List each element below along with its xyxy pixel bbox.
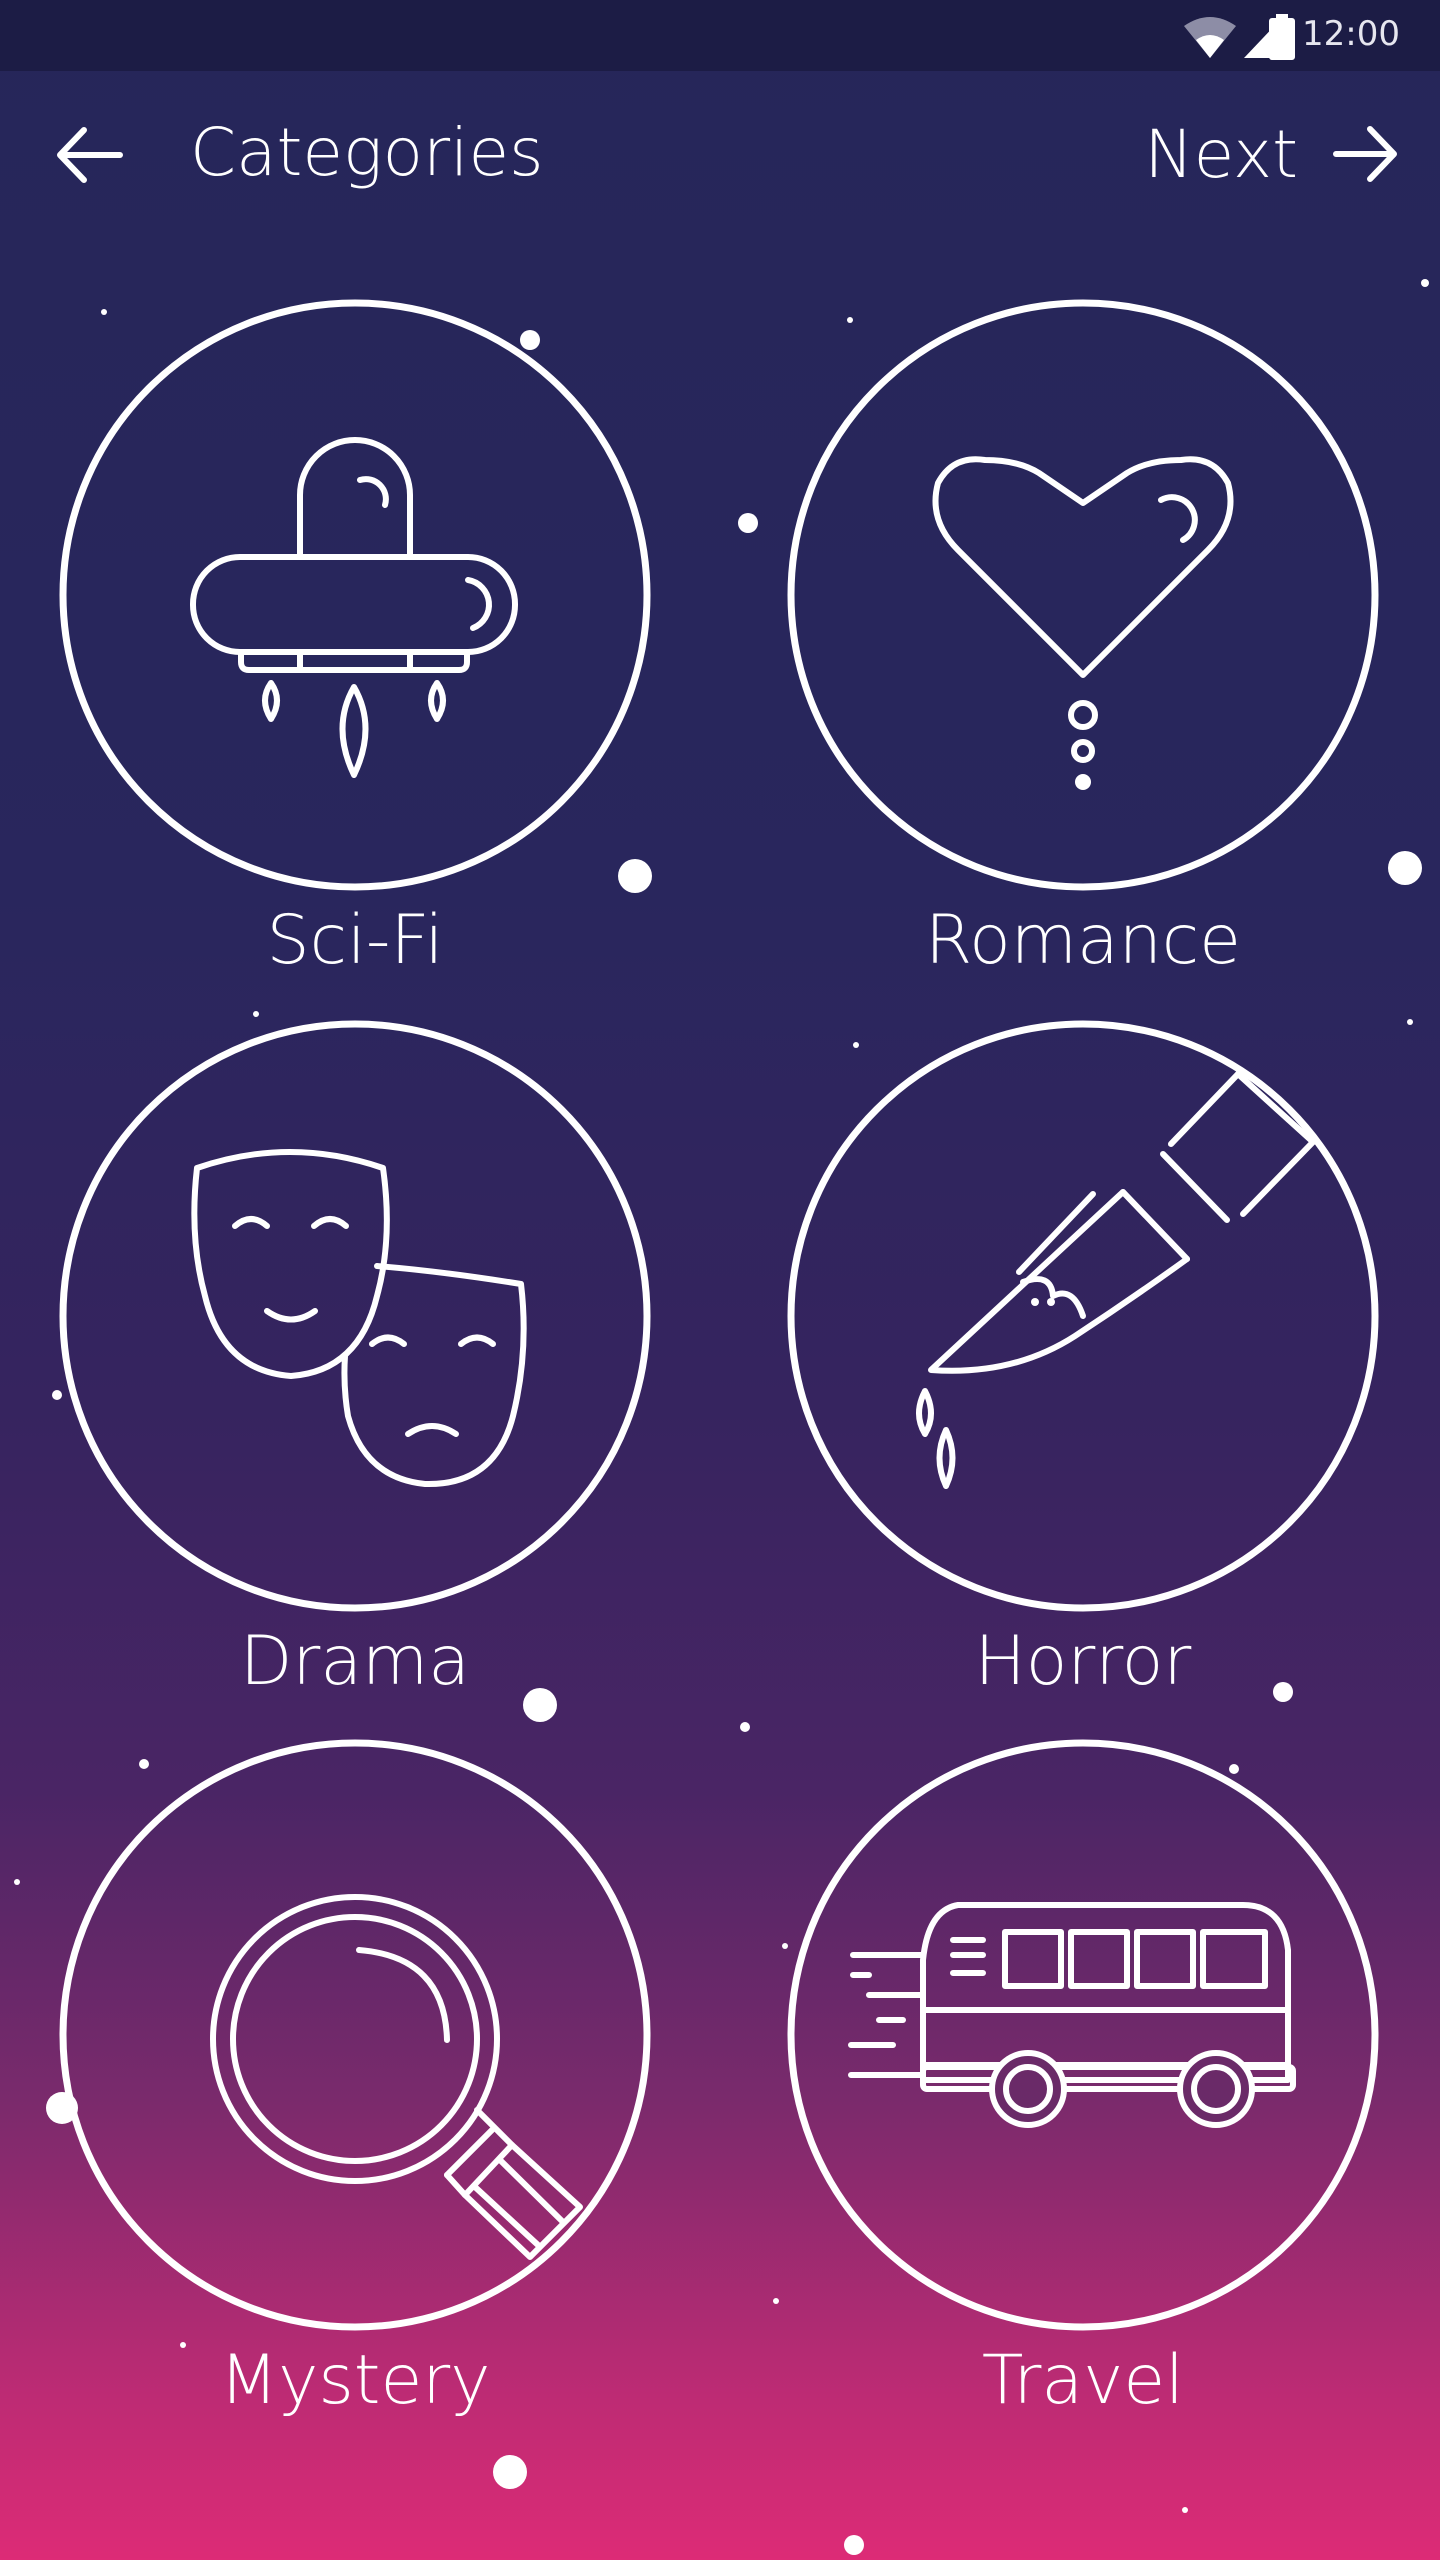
category-label: Drama: [240, 1622, 470, 1701]
status-bar: 12:00: [0, 0, 1440, 71]
category-label: Travel: [981, 2341, 1185, 2420]
ufo-icon: [59, 299, 651, 891]
category-romance[interactable]: Romance: [783, 295, 1383, 995]
category-scifi[interactable]: Sci-Fi: [55, 295, 655, 995]
bus-icon: [787, 1739, 1379, 2331]
wifi-icon: [1184, 17, 1236, 58]
category-label: Sci-Fi: [266, 901, 444, 980]
category-mystery[interactable]: Mystery: [55, 1735, 655, 2435]
category-horror[interactable]: Horror: [783, 1016, 1383, 1716]
status-time: 12:00: [1302, 14, 1400, 54]
next-label: Next: [1144, 115, 1298, 193]
battery-icon: [1269, 14, 1295, 60]
category-drama[interactable]: Drama: [55, 1016, 655, 1716]
heart-icon: [787, 299, 1379, 891]
arrow-right-icon: [1333, 126, 1397, 182]
theater-masks-icon: [59, 1020, 651, 1612]
category-label: Horror: [974, 1622, 1192, 1701]
category-travel[interactable]: Travel: [783, 1735, 1383, 2435]
back-button[interactable]: [50, 120, 140, 190]
category-label: Mystery: [219, 2341, 491, 2420]
category-label: Romance: [924, 901, 1242, 980]
next-button[interactable]: Next: [1144, 114, 1404, 194]
magnifying-glass-icon: [59, 1739, 651, 2331]
top-app-bar: Categories Next: [0, 100, 1440, 210]
page-title: Categories: [190, 114, 544, 191]
bloody-knife-icon: [787, 1020, 1379, 1612]
arrow-left-icon: [57, 127, 123, 183]
